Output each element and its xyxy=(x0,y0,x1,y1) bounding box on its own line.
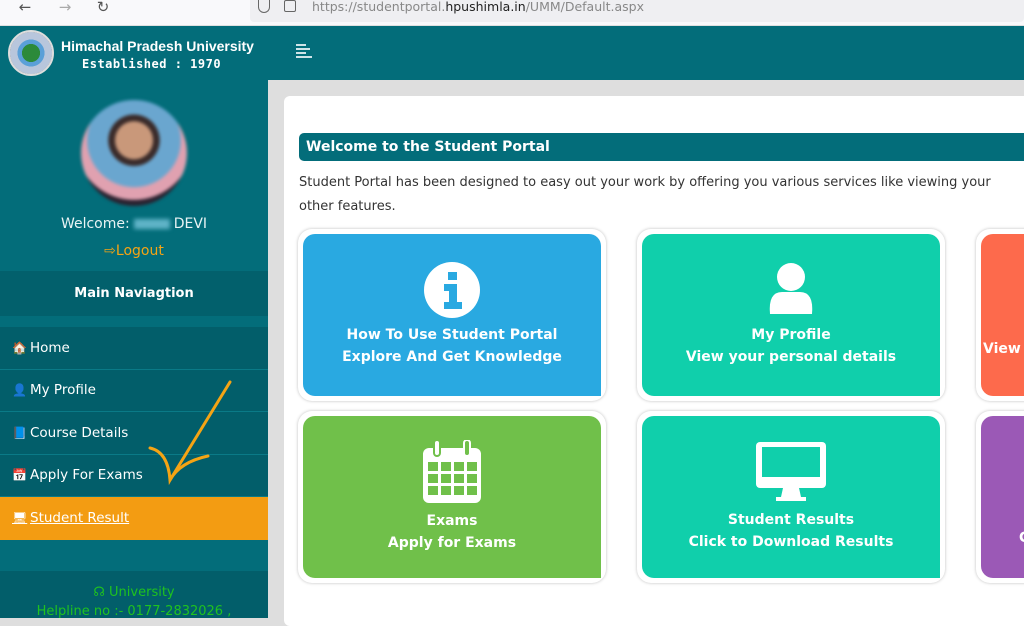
home-icon: 🏠 xyxy=(12,340,27,355)
logout-icon: ⇨ xyxy=(104,243,116,259)
portal-description: Student Portal has been designed to easy… xyxy=(299,175,991,214)
helpline-box: ☊ University Helpline no :- 0177-2832026… xyxy=(0,571,268,619)
user-icon: 👤 xyxy=(12,383,27,398)
reload-icon[interactable]: ↻ xyxy=(92,0,114,22)
tile-how-to-use[interactable]: How To Use Student Portal Explore And Ge… xyxy=(298,229,606,401)
lock-icon xyxy=(284,0,296,12)
university-logo xyxy=(8,30,54,76)
monitor-icon: 🖥 xyxy=(12,511,28,526)
university-name: Himachal Pradesh University xyxy=(61,38,254,54)
tile-partial-purple[interactable]: C xyxy=(976,411,1024,583)
calendar-icon: 📅 xyxy=(12,468,27,483)
annotation-arrow xyxy=(148,380,232,486)
forward-icon[interactable]: → xyxy=(54,0,76,22)
redacted-name xyxy=(133,219,170,229)
welcome-heading: Welcome to the Student Portal xyxy=(299,133,1024,161)
user-icon xyxy=(769,263,813,314)
main-navigation-heading: Main Naviagtion xyxy=(0,271,268,316)
url-text[interactable]: https://studentportal.hpushimla.in/UMM/D… xyxy=(312,0,644,14)
logout-link[interactable]: ⇨Logout xyxy=(0,243,268,259)
shield-icon xyxy=(258,0,270,13)
tile-student-results[interactable]: Student Results Click to Download Result… xyxy=(637,411,945,583)
welcome-text: Welcome: DEVI xyxy=(60,216,208,232)
sidebar-item-student-result[interactable]: 🖥 Student Result xyxy=(0,497,268,540)
monitor-icon xyxy=(756,442,826,501)
avatar xyxy=(81,100,187,206)
calendar-icon xyxy=(423,440,481,503)
headset-icon: ☊ xyxy=(93,585,110,600)
tile-partial-orange[interactable]: View y xyxy=(976,229,1024,401)
back-icon[interactable]: ← xyxy=(14,0,36,22)
established-text: Established : 1970 xyxy=(82,57,222,71)
helpline-number: Helpline no :- 0177-2832026 , xyxy=(36,604,232,619)
tile-my-profile[interactable]: My Profile View your personal details xyxy=(637,229,945,401)
tile-exams[interactable]: Exams Apply for Exams xyxy=(298,411,606,583)
book-icon: 📘 xyxy=(12,425,27,440)
address-bar[interactable]: https://studentportal.hpushimla.in/UMM/D… xyxy=(250,0,1024,22)
menu-toggle-icon[interactable] xyxy=(296,44,312,58)
info-icon xyxy=(424,262,480,318)
sidebar-item-home[interactable]: 🏠 Home xyxy=(0,327,268,370)
browser-toolbar: ← → ↻ https://studentportal.hpushimla.in… xyxy=(0,0,1024,26)
